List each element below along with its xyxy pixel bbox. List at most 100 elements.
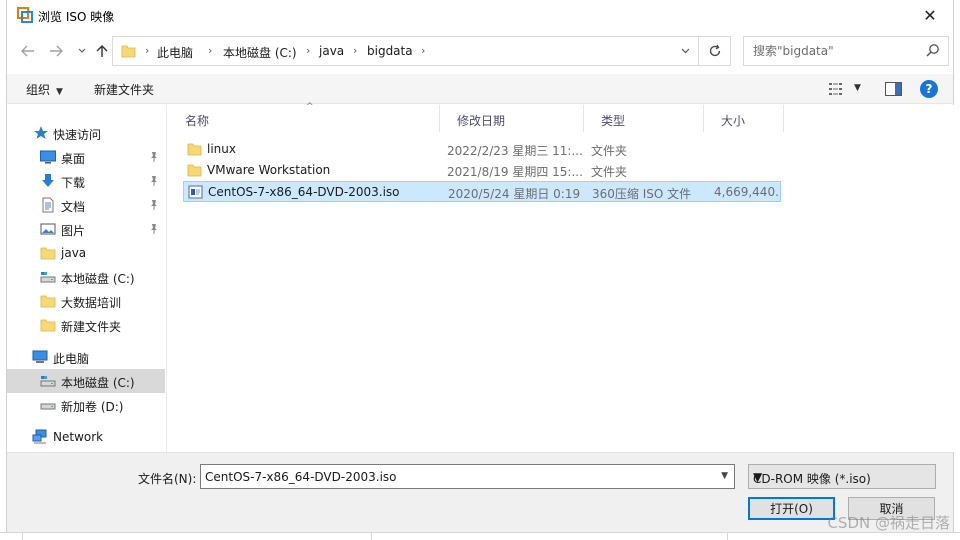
sidebar-item-label: 新加卷 (D:): [61, 400, 124, 414]
sidebar-item-downloads[interactable]: 下载: [7, 169, 165, 193]
breadcrumb-separator[interactable]: ›: [306, 44, 310, 57]
sidebar-item-desktop[interactable]: 桌面: [7, 145, 165, 169]
divider: [371, 533, 372, 540]
folder-icon: [187, 164, 202, 177]
pin-icon[interactable]: [149, 199, 159, 211]
column-header-size[interactable]: 大小: [704, 105, 784, 132]
search-box[interactable]: [743, 36, 949, 66]
chevron-down-icon[interactable]: ▼: [721, 471, 728, 481]
file-type: 360压缩 ISO 文件: [592, 187, 692, 201]
file-date: 2021/8/19 星期四 15:...: [447, 165, 583, 179]
sidebar-item-java[interactable]: java: [7, 241, 165, 265]
file-row[interactable]: linux 2022/2/23 星期三 11:... 文件夹: [183, 139, 781, 160]
sidebar-item-label: 图片: [61, 224, 86, 238]
folder-icon: [40, 295, 56, 308]
sidebar-item-label: 文档: [61, 200, 86, 214]
sidebar-item-new-folder[interactable]: 新建文件夹: [7, 313, 165, 337]
column-header-type[interactable]: 类型: [584, 105, 704, 132]
arrow-left-icon: [21, 45, 34, 57]
sidebar-item-new-volume-d[interactable]: 新加卷 (D:): [7, 393, 165, 417]
view-options-icon[interactable]: [829, 82, 847, 96]
file-list: ^ 名称 修改日期 类型 大小 linux 2022/2/23 星期三 11:.…: [168, 102, 954, 452]
refresh-icon: [709, 44, 720, 57]
caret-down-icon: ▼: [56, 87, 63, 97]
breadcrumb-local-disk[interactable]: 本地磁盘 (C:): [223, 44, 297, 61]
pin-icon[interactable]: [149, 223, 159, 235]
watermark-text: CSDN @祸走日落: [827, 514, 950, 532]
sidebar-item-label: 此电脑: [53, 352, 90, 366]
open-button[interactable]: 打开(O): [748, 497, 835, 520]
sidebar-item-network[interactable]: Network: [7, 425, 165, 449]
breadcrumb-java[interactable]: java: [319, 44, 344, 58]
sidebar-item-this-pc[interactable]: 此电脑: [7, 345, 165, 369]
file-name: CentOS-7-x86_64-DVD-2003.iso: [208, 185, 400, 199]
address-bar[interactable]: › 此电脑 › 本地磁盘 (C:) › java › bigdata ›: [112, 36, 699, 66]
view-dropdown-caret-icon[interactable]: ▼: [854, 83, 861, 93]
pin-icon[interactable]: [149, 175, 159, 187]
up-button[interactable]: [91, 40, 113, 62]
sidebar-item-documents[interactable]: 文档: [7, 193, 165, 217]
command-bar: 组织 ▼ 新建文件夹 ▼ ?: [7, 74, 953, 104]
filename-label: 文件名(N):: [138, 472, 197, 486]
close-button[interactable]: ✕: [907, 0, 953, 31]
folder-icon: [40, 247, 56, 260]
sidebar-item-label: 快速访问: [53, 128, 102, 142]
column-header-name[interactable]: ^ 名称: [168, 102, 440, 132]
divider: [727, 533, 728, 540]
recent-locations-button[interactable]: [71, 40, 93, 62]
refresh-button[interactable]: [699, 36, 731, 66]
folder-icon: [40, 319, 56, 332]
column-header-date[interactable]: 修改日期: [440, 105, 584, 132]
sidebar-item-pictures[interactable]: 图片: [7, 217, 165, 241]
forward-button[interactable]: [45, 40, 67, 62]
sidebar-item-label: java: [61, 246, 87, 260]
file-row-selected[interactable]: CentOS-7-x86_64-DVD-2003.iso 2020/5/24 星…: [183, 181, 781, 202]
help-icon[interactable]: ?: [920, 80, 938, 98]
breadcrumb-separator[interactable]: ›: [145, 44, 149, 57]
sidebar-item-quick-access[interactable]: 快速访问: [7, 121, 165, 145]
file-type: 文件夹: [591, 144, 628, 158]
chevron-down-icon: [78, 48, 86, 53]
sidebar-item-label: 下载: [61, 176, 86, 190]
sidebar-item-label: 大数据培训: [61, 296, 122, 310]
back-button[interactable]: [17, 40, 39, 62]
chevron-down-icon: [681, 48, 689, 54]
breadcrumb-this-pc[interactable]: 此电脑: [157, 44, 193, 61]
filename-combobox[interactable]: ▼: [200, 464, 735, 489]
folder-icon: [121, 45, 136, 58]
filename-input[interactable]: [201, 465, 706, 488]
desktop-icon: [40, 150, 56, 164]
close-icon: ✕: [923, 6, 937, 25]
divider: [22, 533, 23, 540]
filetype-select[interactable]: CD-ROM 映像 (*.iso) ▼: [748, 464, 936, 489]
sidebar-item-label: 本地磁盘 (C:): [61, 376, 135, 390]
arrow-up-icon: [96, 45, 108, 57]
file-dialog-window: 浏览 ISO 映像 ✕ › 此电脑 › 本地磁盘 (C:) › java › b…: [6, 0, 954, 540]
drive-icon: [40, 376, 56, 387]
sidebar-item-bigdata-training[interactable]: 大数据培训: [7, 289, 165, 313]
file-row[interactable]: VMware Workstation 2021/8/19 星期四 15:... …: [183, 160, 781, 181]
search-input[interactable]: [744, 37, 919, 65]
sidebar-item-local-disk-c-quick[interactable]: 本地磁盘 (C:): [7, 265, 165, 289]
organize-button[interactable]: 组织 ▼: [26, 81, 63, 98]
file-size: 4,669,440...: [714, 185, 780, 199]
preview-pane-icon[interactable]: [885, 82, 902, 96]
dialog-footer: 文件名(N): ▼ CD-ROM 映像 (*.iso) ▼ 打开(O) 取消: [7, 452, 953, 540]
sort-ascending-icon: ^: [306, 102, 314, 112]
address-history-dropdown[interactable]: [671, 37, 698, 65]
breadcrumb-separator[interactable]: ›: [353, 44, 357, 57]
folder-icon: [187, 143, 202, 156]
breadcrumb-separator[interactable]: ›: [421, 44, 425, 57]
navigation-pane: 快速访问 桌面 下载 文档 图片 java 本地磁盘 (C:) 大数据培训 新建…: [7, 105, 167, 452]
sidebar-item-local-disk-c[interactable]: 本地磁盘 (C:): [7, 369, 165, 393]
organize-label: 组织: [26, 83, 51, 97]
pin-icon[interactable]: [149, 151, 159, 163]
chevron-down-icon: ▼: [753, 470, 763, 484]
breadcrumb-bigdata[interactable]: bigdata: [367, 44, 413, 58]
star-icon: [34, 126, 48, 139]
background-window-strip: [0, 532, 960, 540]
breadcrumb-separator[interactable]: ›: [208, 44, 212, 57]
sidebar-item-label: 本地磁盘 (C:): [61, 272, 135, 286]
new-folder-button[interactable]: 新建文件夹: [94, 81, 154, 98]
search-icon[interactable]: [926, 43, 940, 57]
